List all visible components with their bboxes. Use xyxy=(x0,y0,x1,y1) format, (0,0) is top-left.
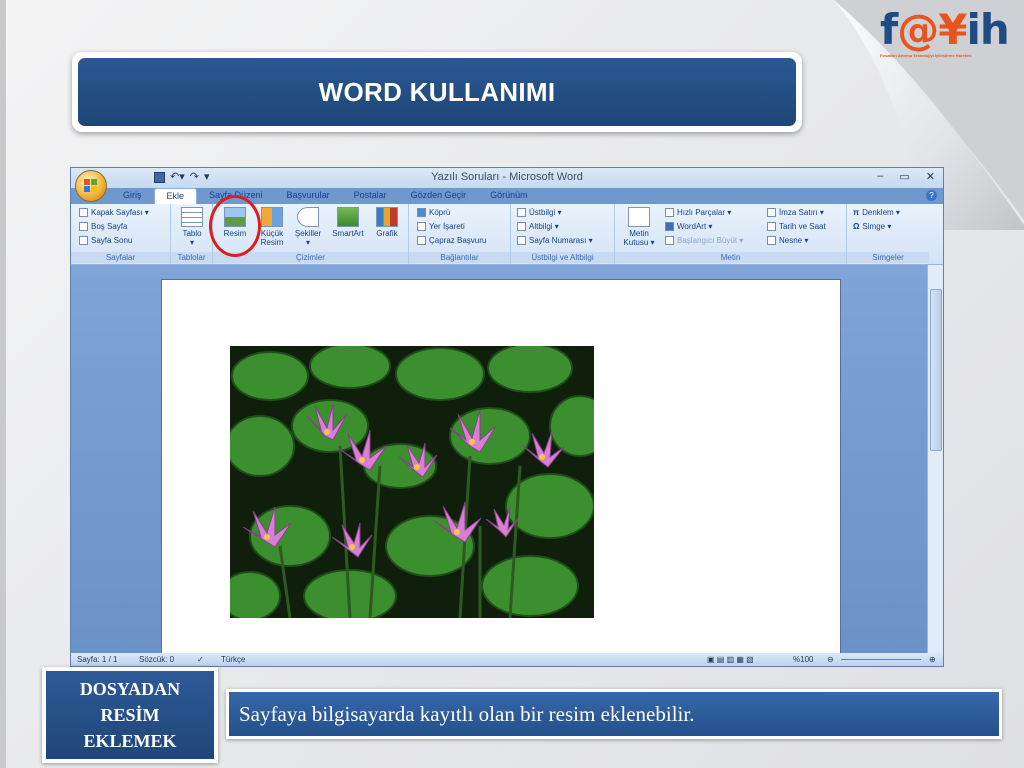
shapes-icon xyxy=(297,207,319,227)
group-ustbilgi: Üstbilgi ▾ Altbilgi ▾ Sayfa Numarası ▾ Ü… xyxy=(511,204,615,264)
imza-satiri-button[interactable]: İmza Satırı ▾ xyxy=(767,208,824,218)
smartart-icon xyxy=(337,207,359,227)
group-metin: Metin Kutusu ▾ Hızlı Parçalar ▾ WordArt … xyxy=(615,204,847,264)
document-area xyxy=(71,265,929,661)
chart-icon xyxy=(376,207,398,227)
denklem-button[interactable]: π Denklem ▾ xyxy=(853,208,900,217)
textbox-icon xyxy=(628,207,650,227)
tab-ekle[interactable]: Ekle xyxy=(153,188,198,204)
nesne-button[interactable]: Nesne ▾ xyxy=(767,236,808,246)
slide-left-edge xyxy=(0,0,6,768)
window-title: Yazılı Soruları - Microsoft Word xyxy=(431,171,583,183)
tab-giris[interactable]: Giriş xyxy=(111,188,154,204)
group-label-ustbilgi: Üstbilgi ve Altbilgi xyxy=(511,252,614,263)
tablo-button[interactable]: Tablo ▾ xyxy=(177,207,207,247)
tab-gorunum[interactable]: Görünüm xyxy=(478,188,540,204)
highlight-circle xyxy=(209,195,261,257)
word-titlebar: ↶▾ ↷ ▾ Yazılı Soruları - Microsoft Word … xyxy=(71,168,943,188)
hizli-parcalar-button[interactable]: Hızlı Parçalar ▾ xyxy=(665,208,731,218)
side-label-line-3: EKLEMEK xyxy=(83,731,177,751)
status-words: Sözcük: 0 xyxy=(139,655,175,664)
side-label-line-2: RESİM xyxy=(100,705,160,725)
ustbilgi-button[interactable]: Üstbilgi ▾ xyxy=(517,208,561,218)
side-label-line-1: DOSYADAN xyxy=(79,679,181,699)
tarih-saat-button[interactable]: Tarih ve Saat xyxy=(767,222,826,232)
group-tablolar: Tablo ▾ Tablolar xyxy=(171,204,213,264)
vertical-scrollbar[interactable] xyxy=(927,265,943,655)
document-page[interactable] xyxy=(161,279,841,661)
simge-button[interactable]: Ω Simge ▾ xyxy=(853,222,891,231)
fatih-logo: f@¥ih Fırsatları Artırma Teknolojiyi İyi… xyxy=(880,8,1020,64)
water-lily-photo xyxy=(230,346,594,618)
smartart-button[interactable]: SmartArt xyxy=(327,207,369,238)
group-sayfalar: Kapak Sayfası ▾ Boş Sayfa Sayfa Sonu Say… xyxy=(71,204,171,264)
group-label-baglantilar: Bağlantılar xyxy=(409,252,510,263)
group-label-tablolar: Tablolar xyxy=(171,252,212,263)
group-label-simgeler: Simgeler xyxy=(847,252,929,263)
kapak-sayfasi-button[interactable]: Kapak Sayfası ▾ xyxy=(79,208,149,218)
wordart-button[interactable]: WordArt ▾ xyxy=(665,222,712,232)
capraz-basvuru-button[interactable]: Çapraz Başvuru xyxy=(417,236,486,246)
group-baglantilar: Köprü Yer İşareti Çapraz Başvuru Bağlant… xyxy=(409,204,511,264)
slide-title: WORD KULLANIMI xyxy=(318,76,556,107)
status-page: Sayfa: 1 / 1 xyxy=(77,655,118,664)
status-zoom: %100 xyxy=(793,655,814,664)
status-bar: Sayfa: 1 / 1 Sözcük: 0 ✓ Türkçe ▣ ▤ ▥ ▦ … xyxy=(71,653,943,666)
table-icon xyxy=(181,207,203,227)
caption-box: Sayfaya bilgisayarda kayıtlı olan bir re… xyxy=(226,689,1002,739)
word-window: ↶▾ ↷ ▾ Yazılı Soruları - Microsoft Word … xyxy=(70,167,944,667)
minimize-icon[interactable]: – xyxy=(877,170,883,183)
altbilgi-button[interactable]: Altbilgi ▾ xyxy=(517,222,559,232)
group-simgeler: π Denklem ▾ Ω Simge ▾ Simgeler xyxy=(847,204,929,264)
sayfa-numarasi-button[interactable]: Sayfa Numarası ▾ xyxy=(517,236,593,246)
baslangici-buyut-button[interactable]: Başlangıcı Büyüt ▾ xyxy=(665,236,743,246)
sayfa-sonu-button[interactable]: Sayfa Sonu xyxy=(79,236,132,246)
yer-isareti-button[interactable]: Yer İşareti xyxy=(417,222,465,232)
title-banner: WORD KULLANIMI xyxy=(72,52,802,132)
ribbon: Kapak Sayfası ▾ Boş Sayfa Sayfa Sonu Say… xyxy=(71,204,943,265)
proofing-icon[interactable]: ✓ xyxy=(197,655,204,664)
caption-text: Sayfaya bilgisayarda kayıtlı olan bir re… xyxy=(239,701,695,726)
sekiller-button[interactable]: Şekiller ▾ xyxy=(291,207,325,247)
maximize-icon[interactable]: ▭ xyxy=(899,170,909,183)
side-label-box: DOSYADAN RESİM EKLEMEK xyxy=(42,667,218,763)
tab-basvurular[interactable]: Başvurular xyxy=(275,188,342,204)
zoom-out-icon[interactable]: ⊖ xyxy=(827,655,834,664)
grafik-button[interactable]: Grafik xyxy=(371,207,403,238)
ribbon-tabs: Giriş Ekle Sayfa Düzeni Başvurular Posta… xyxy=(111,188,540,204)
tab-postalar[interactable]: Postalar xyxy=(342,188,399,204)
metin-kutusu-button[interactable]: Metin Kutusu ▾ xyxy=(619,207,659,247)
group-label-metin: Metin xyxy=(615,252,846,263)
zoom-in-icon[interactable]: ⊕ xyxy=(929,655,936,664)
scrollbar-thumb[interactable] xyxy=(930,289,942,451)
help-icon[interactable]: ? xyxy=(926,190,937,201)
group-label-sayfalar: Sayfalar xyxy=(71,252,170,263)
tab-gozden-gecir[interactable]: Gözden Geçir xyxy=(399,188,479,204)
view-buttons[interactable]: ▣ ▤ ▥ ▦ ▧ xyxy=(707,655,754,664)
bos-sayfa-button[interactable]: Boş Sayfa xyxy=(79,222,127,232)
zoom-slider[interactable] xyxy=(841,659,921,660)
kopru-button[interactable]: Köprü xyxy=(417,208,450,218)
office-button[interactable] xyxy=(75,170,107,202)
status-language: Türkçe xyxy=(221,655,246,664)
close-icon[interactable]: ✕ xyxy=(926,170,935,183)
window-controls: – ▭ ✕ xyxy=(877,170,935,183)
clipart-icon xyxy=(261,207,283,227)
